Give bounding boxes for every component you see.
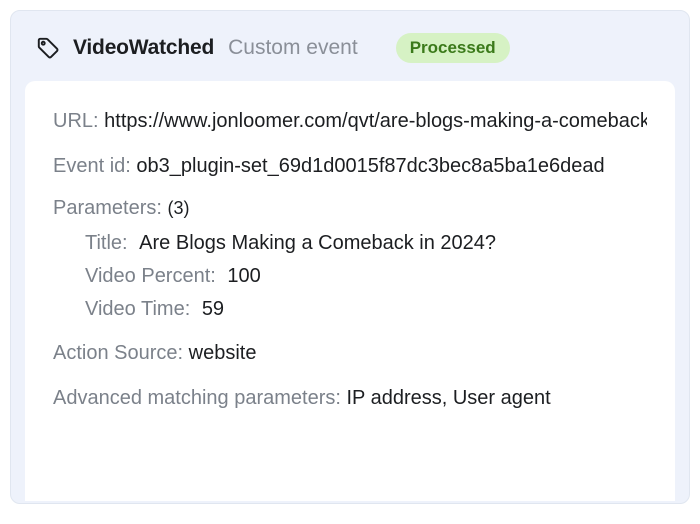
status-badge: Processed bbox=[396, 33, 510, 63]
param-row-video-time: Video Time: 59 bbox=[85, 298, 647, 321]
param-value: 59 bbox=[202, 298, 224, 320]
event-type-label: Custom event bbox=[228, 36, 358, 60]
event-header: VideoWatched Custom event Processed bbox=[11, 11, 689, 81]
advanced-matching-value: IP address, User agent bbox=[347, 387, 551, 409]
event-id-label: Event id: bbox=[53, 155, 131, 177]
param-row-video-percent: Video Percent: 100 bbox=[85, 265, 647, 288]
parameters-count: (3) bbox=[168, 198, 190, 218]
param-row-title: Title: Are Blogs Making a Comeback in 20… bbox=[85, 232, 647, 255]
event-details: URL: https://www.jonloomer.com/qvt/are-b… bbox=[25, 81, 675, 501]
param-value: 100 bbox=[227, 265, 260, 287]
url-row: URL: https://www.jonloomer.com/qvt/are-b… bbox=[53, 107, 647, 136]
param-value: Are Blogs Making a Comeback in 2024? bbox=[139, 232, 496, 254]
advanced-matching-row: Advanced matching parameters: IP address… bbox=[53, 384, 647, 413]
url-label: URL: bbox=[53, 110, 99, 132]
url-value: https://www.jonloomer.com/qvt/are-blogs-… bbox=[104, 110, 647, 132]
action-source-row: Action Source: website bbox=[53, 339, 647, 368]
parameters-label: Parameters: bbox=[53, 197, 162, 219]
parameters-header: Parameters: (3) bbox=[53, 197, 647, 220]
action-source-value: website bbox=[189, 342, 257, 364]
tag-icon bbox=[35, 35, 61, 61]
event-panel: VideoWatched Custom event Processed URL:… bbox=[10, 10, 690, 504]
param-label: Video Percent: bbox=[85, 265, 216, 287]
action-source-label: Action Source: bbox=[53, 342, 183, 364]
event-id-row: Event id: ob3_plugin-set_69d1d0015f87dc3… bbox=[53, 152, 647, 181]
event-id-value: ob3_plugin-set_69d1d0015f87dc3bec8a5ba1e… bbox=[136, 155, 604, 177]
event-name: VideoWatched bbox=[73, 36, 214, 60]
param-label: Video Time: bbox=[85, 298, 190, 320]
param-label: Title: bbox=[85, 232, 128, 254]
advanced-matching-label: Advanced matching parameters: bbox=[53, 387, 341, 409]
